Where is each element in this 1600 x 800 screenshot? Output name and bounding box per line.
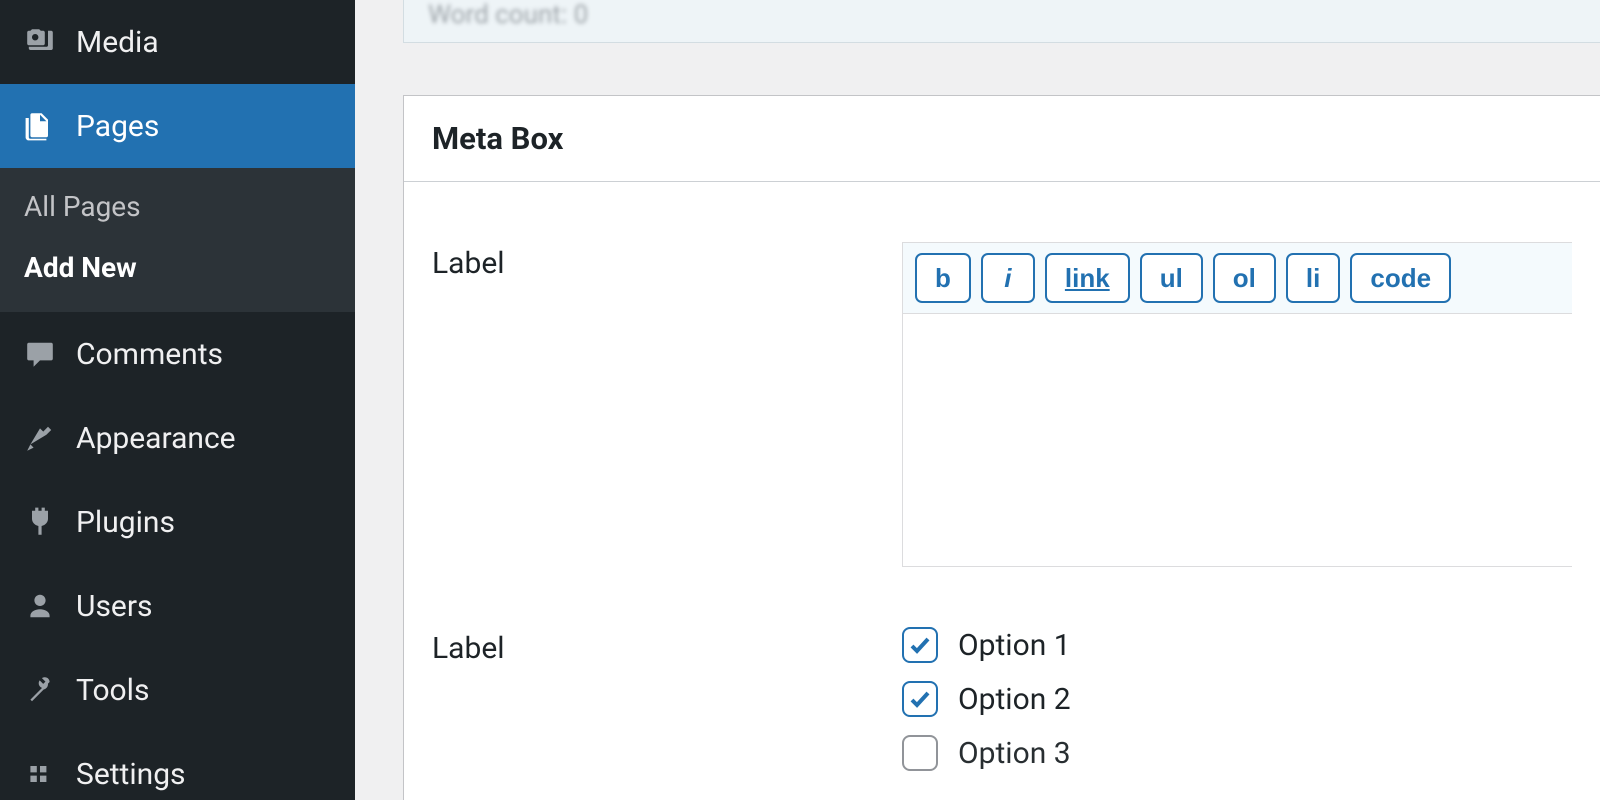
field-control-wysiwyg: b i link ul ol li code <box>902 242 1572 567</box>
quicktags-editor: b i link ul ol li code <box>902 242 1572 567</box>
checkbox-option[interactable]: Option 1 <box>902 627 1572 663</box>
meta-box: Meta Box Label b i link ul ol li cod <box>403 95 1600 800</box>
field-control-checkbox: Option 1 Option 2 Option 3 <box>902 627 1572 771</box>
sidebar-item-media[interactable]: Media <box>0 0 355 84</box>
plugins-icon <box>20 502 60 542</box>
submenu-all-pages[interactable]: All Pages <box>0 176 355 237</box>
quicktags-toolbar: b i link ul ol li code <box>903 243 1572 314</box>
qt-italic-button[interactable]: i <box>981 253 1035 303</box>
checkbox-option-label: Option 3 <box>958 736 1071 771</box>
qt-li-button[interactable]: li <box>1286 253 1340 303</box>
checkbox-icon <box>902 681 938 717</box>
meta-box-body: Label b i link ul ol li code <box>404 182 1600 800</box>
sidebar-item-comments[interactable]: Comments <box>0 312 355 396</box>
tools-icon <box>20 670 60 710</box>
word-count-text: Word count: 0 <box>428 0 588 30</box>
meta-box-title: Meta Box <box>432 120 1572 157</box>
users-icon <box>20 586 60 626</box>
pages-icon <box>20 106 60 146</box>
sidebar-item-label: Tools <box>76 673 149 708</box>
sidebar-item-label: Comments <box>76 337 223 372</box>
sidebar-item-appearance[interactable]: Appearance <box>0 396 355 480</box>
admin-sidebar: Media Pages All Pages Add New Comments A… <box>0 0 355 800</box>
checkbox-option-label: Option 1 <box>958 628 1071 663</box>
field-label: Label <box>432 627 902 666</box>
qt-bold-button[interactable]: b <box>915 253 971 303</box>
main-content: Word count: 0 Meta Box Label b i link ul… <box>355 0 1600 800</box>
meta-box-header[interactable]: Meta Box <box>404 96 1600 182</box>
sidebar-item-label: Users <box>76 589 153 624</box>
sidebar-item-label: Plugins <box>76 505 175 540</box>
settings-icon <box>20 754 60 794</box>
media-icon <box>20 22 60 62</box>
quicktags-textarea[interactable] <box>903 314 1572 562</box>
submenu-add-new[interactable]: Add New <box>0 237 355 298</box>
qt-code-button[interactable]: code <box>1350 253 1451 303</box>
sidebar-item-settings[interactable]: Settings <box>0 732 355 794</box>
checkbox-option-label: Option 2 <box>958 682 1071 717</box>
comments-icon <box>20 334 60 374</box>
field-label: Label <box>432 242 902 281</box>
appearance-icon <box>20 418 60 458</box>
sidebar-item-label: Settings <box>76 757 186 792</box>
checkbox-icon <box>902 735 938 771</box>
qt-link-button[interactable]: link <box>1045 253 1130 303</box>
sidebar-item-label: Appearance <box>76 421 236 456</box>
checkbox-list: Option 1 Option 2 Option 3 <box>902 627 1572 771</box>
sidebar-item-label: Media <box>76 25 159 60</box>
sidebar-submenu-pages: All Pages Add New <box>0 168 355 312</box>
sidebar-item-tools[interactable]: Tools <box>0 648 355 732</box>
checkbox-option[interactable]: Option 3 <box>902 735 1572 771</box>
sidebar-item-users[interactable]: Users <box>0 564 355 648</box>
sidebar-item-pages[interactable]: Pages <box>0 84 355 168</box>
sidebar-item-plugins[interactable]: Plugins <box>0 480 355 564</box>
sidebar-item-label: Pages <box>76 109 159 144</box>
checkbox-option[interactable]: Option 2 <box>902 681 1572 717</box>
field-row-wysiwyg: Label b i link ul ol li code <box>404 230 1600 615</box>
checkbox-icon <box>902 627 938 663</box>
qt-ul-button[interactable]: ul <box>1140 253 1203 303</box>
word-count-bar: Word count: 0 <box>403 0 1600 43</box>
field-row-checkbox: Label Option 1 Option 2 Opti <box>404 615 1600 771</box>
qt-ol-button[interactable]: ol <box>1213 253 1276 303</box>
